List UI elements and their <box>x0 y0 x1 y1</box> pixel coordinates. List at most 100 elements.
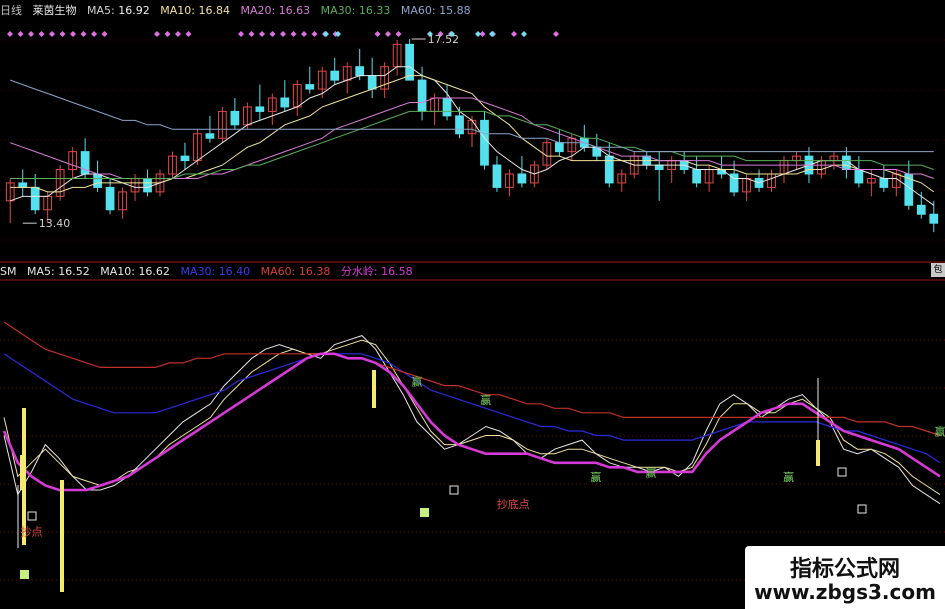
signal-diamond <box>259 31 265 37</box>
signal-bar <box>20 455 24 490</box>
win-label: 赢 <box>935 425 945 439</box>
signal-diamond <box>91 31 97 37</box>
signal-box <box>837 467 847 477</box>
win-label: 赢 <box>480 393 491 407</box>
signal-square <box>420 508 429 517</box>
signal-diamond <box>475 31 481 37</box>
signal-diamond <box>395 31 402 37</box>
signal-diamond <box>511 31 517 37</box>
ma60-readout: MA60: 15.88 <box>401 4 471 17</box>
ma20-label: MA20: <box>240 4 276 17</box>
ma5-label: MA5: <box>87 4 115 17</box>
sm-ma10-readout: MA10: 16.62 <box>100 265 170 278</box>
signal-diamond <box>7 31 13 37</box>
signal-square <box>20 570 29 579</box>
signal-box <box>449 485 459 495</box>
signal-diamond <box>301 31 307 37</box>
indicator-header: SM MA5: 16.52 MA10: 16.62 MA30: 16.40 MA… <box>0 263 420 281</box>
signal-diamond <box>269 31 276 37</box>
signal-diamond <box>238 31 244 37</box>
kline-chart: 17.5213.40赢赢赢 赢赢赢抄底点抄点 <box>0 31 945 592</box>
candle-down <box>330 70 340 81</box>
signal-diamond <box>553 31 559 37</box>
signal-bar <box>816 440 820 466</box>
sm-ma60-readout: MA60: 16.38 <box>261 265 331 278</box>
candle-down <box>180 155 190 162</box>
ma30-readout: MA30: 16.33 <box>321 4 391 17</box>
ma30-value: 16.33 <box>358 4 391 17</box>
candle-down <box>143 177 152 193</box>
candle-down <box>692 169 702 184</box>
signal-diamond <box>311 31 318 37</box>
period-label: 日线 <box>0 4 22 17</box>
ma60-label: MA60: <box>400 4 436 17</box>
ma20-value: 16.63 <box>278 4 311 17</box>
sm-ma10-label: MA10: <box>100 265 135 278</box>
signal-diamond <box>185 31 192 37</box>
candle-down <box>654 164 664 171</box>
signal-diamond <box>374 31 381 37</box>
signal-box <box>857 504 867 514</box>
signal-diamond <box>489 31 495 37</box>
candle-down <box>367 75 377 90</box>
candle-down <box>480 119 489 166</box>
high-price-label: 17.52 <box>428 33 460 46</box>
sm-ma60-value: 16.38 <box>298 265 331 278</box>
win-label: 赢 <box>411 375 422 389</box>
signal-diamond <box>38 31 45 37</box>
signal-box <box>27 511 37 521</box>
series-line-sm-ma5 <box>3 335 941 505</box>
candle-down <box>517 173 527 184</box>
series-line-sm-ma60 <box>3 321 941 437</box>
ma5-value: 16.92 <box>118 4 150 17</box>
candle-down <box>305 84 315 90</box>
candle-down <box>929 213 939 224</box>
ma5-readout: MA5: 16.92 <box>87 4 150 17</box>
indicator-name: SM <box>0 265 17 278</box>
sm-ma30-value: 16.40 <box>218 265 251 278</box>
candle-down <box>355 66 365 77</box>
candle-down <box>417 79 427 112</box>
candle-down <box>854 169 864 184</box>
ma10-label: MA10: <box>160 4 195 17</box>
signal-diamond <box>290 31 297 37</box>
sm-ma30-readout: MA30: 16.40 <box>180 265 250 278</box>
candle-down <box>18 182 28 188</box>
candle-down <box>442 97 452 117</box>
candle-down <box>455 115 464 135</box>
ma30-label: MA30: <box>320 4 356 17</box>
panel-toggle-button[interactable]: 包 <box>931 263 945 277</box>
sm-ma10-value: 16.62 <box>138 265 170 278</box>
watermark-title: 指标公式网 <box>789 557 900 582</box>
bottom-label: 抄点 <box>21 524 43 538</box>
signal-bar <box>372 370 376 408</box>
signal-diamond <box>175 31 181 37</box>
win-label: 赢 <box>590 470 601 484</box>
stock-name: 莱茵生物 <box>32 4 77 17</box>
candle-down <box>30 186 40 211</box>
low-price-label: 13.40 <box>39 217 71 230</box>
ma10-value: 16.84 <box>198 4 230 17</box>
signal-diamond <box>80 31 87 37</box>
ma20-readout: MA20: 16.63 <box>240 4 310 17</box>
candle-down <box>230 110 240 126</box>
sm-ma30-label: MA30: <box>180 265 216 278</box>
candle-down <box>405 43 414 81</box>
sm-ma60-label: MA60: <box>260 265 296 278</box>
signal-diamond <box>154 31 160 37</box>
main-chart-header: 日线 莱茵生物 MA5: 16.92 MA10: 16.84 MA20: 16.… <box>0 2 478 20</box>
watermark: 指标公式网 www.zbgs3.com <box>745 546 945 609</box>
win-label: 赢 <box>645 465 656 479</box>
sm-ma5-value: 16.52 <box>58 265 90 278</box>
candle-down <box>105 186 115 211</box>
signal-diamond <box>49 31 55 37</box>
signal-diamond <box>323 31 329 37</box>
win-label: 赢 <box>783 470 794 484</box>
signal-diamond <box>164 31 171 37</box>
signal-diamond <box>59 31 66 37</box>
series-line-sm-ma30 <box>3 353 941 464</box>
candle-down <box>280 97 290 108</box>
signal-diamond <box>28 31 34 37</box>
candle-down <box>879 177 889 188</box>
fsl-label: 分水岭: <box>340 265 378 278</box>
